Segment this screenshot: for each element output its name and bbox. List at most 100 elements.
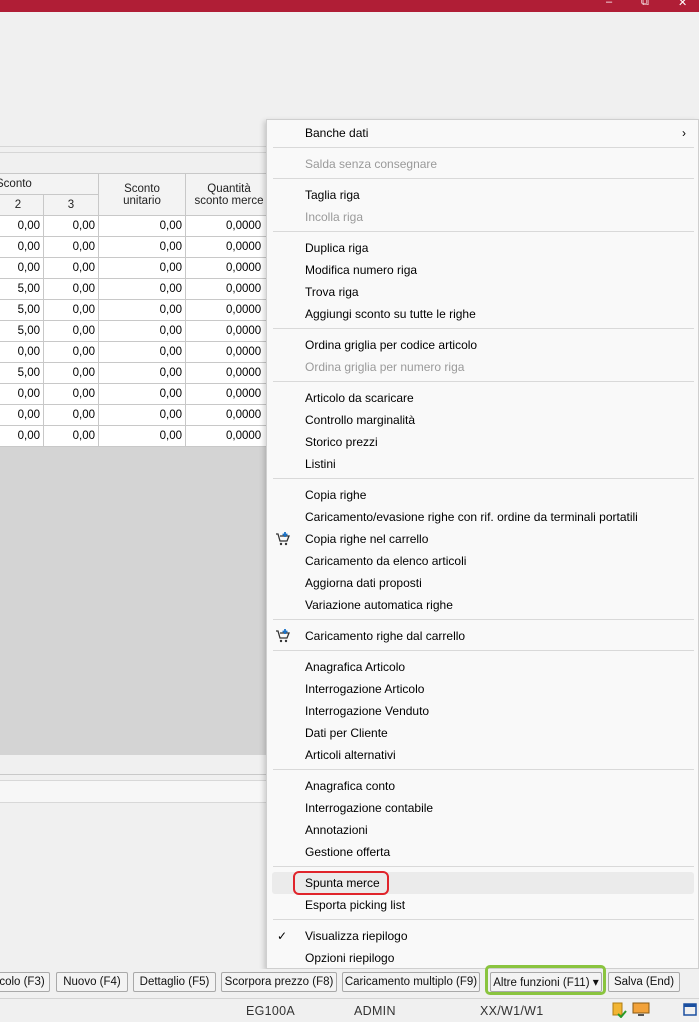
- table-cell[interactable]: 5,00: [0, 299, 44, 321]
- table-row[interactable]: 5,00 0,00 0,00 0,0000: [0, 320, 273, 342]
- table-cell[interactable]: 0,00: [43, 215, 99, 237]
- restore-icon[interactable]: ⧉: [641, 0, 649, 9]
- close-icon[interactable]: ✕: [678, 0, 687, 9]
- table-cell[interactable]: 0,00: [43, 362, 99, 384]
- table-row[interactable]: 0,00 0,00 0,00 0,0000: [0, 257, 273, 279]
- table-cell[interactable]: 0,00: [98, 320, 186, 342]
- menu-item-articoli-alternativi[interactable]: Articoli alternativi: [267, 744, 698, 766]
- table-row[interactable]: 0,00 0,00 0,00 0,0000: [0, 236, 273, 258]
- menu-item-storico-prezzi[interactable]: Storico prezzi: [267, 431, 698, 453]
- table-row[interactable]: 0,00 0,00 0,00 0,0000: [0, 383, 273, 405]
- column-header-2[interactable]: 2: [0, 194, 44, 216]
- table-cell[interactable]: 0,0000: [185, 383, 273, 405]
- caricamento-multiplo-button[interactable]: Caricamento multiplo (F9): [342, 972, 480, 992]
- table-cell[interactable]: 5,00: [0, 362, 44, 384]
- table-cell[interactable]: 0,0000: [185, 215, 273, 237]
- column-header-sconto[interactable]: Sconto: [0, 173, 99, 195]
- table-cell[interactable]: 0,00: [98, 215, 186, 237]
- table-cell[interactable]: 0,0000: [185, 236, 273, 258]
- minimize-icon[interactable]: –: [606, 0, 612, 8]
- table-cell[interactable]: 0,00: [0, 383, 44, 405]
- table-cell[interactable]: 0,00: [0, 341, 44, 363]
- menu-item-visualizza-riepilogo[interactable]: Visualizza riepilogo ✓: [267, 925, 698, 947]
- table-cell[interactable]: 0,0000: [185, 257, 273, 279]
- table-cell[interactable]: 0,00: [0, 215, 44, 237]
- menu-item-caricamento-da-elenco-articoli[interactable]: Caricamento da elenco articoli: [267, 550, 698, 572]
- table-cell[interactable]: 0,00: [98, 257, 186, 279]
- menu-item-articolo-da-scaricare[interactable]: Articolo da scaricare: [267, 387, 698, 409]
- table-cell[interactable]: 0,00: [98, 299, 186, 321]
- table-cell[interactable]: 0,0000: [185, 341, 273, 363]
- table-cell[interactable]: 0,00: [43, 404, 99, 426]
- table-cell[interactable]: 0,00: [43, 320, 99, 342]
- table-row[interactable]: 0,00 0,00 0,00 0,0000: [0, 425, 273, 447]
- column-header-quantita-sconto-merce[interactable]: Quantità sconto merce: [185, 173, 273, 216]
- salva-button[interactable]: Salva (End): [608, 972, 680, 992]
- menu-item-copia-righe[interactable]: Copia righe: [267, 484, 698, 506]
- menu-item-caricamento-righe-dal-carrello[interactable]: Caricamento righe dal carrello: [267, 625, 698, 647]
- table-row[interactable]: 5,00 0,00 0,00 0,0000: [0, 299, 273, 321]
- table-cell[interactable]: 0,00: [0, 404, 44, 426]
- table-row[interactable]: 0,00 0,00 0,00 0,0000: [0, 404, 273, 426]
- table-row[interactable]: 5,00 0,00 0,00 0,0000: [0, 362, 273, 384]
- menu-item-copia-righe-nel-carrello[interactable]: Copia righe nel carrello: [267, 528, 698, 550]
- menu-item-variazione-automatica-righe[interactable]: Variazione automatica righe: [267, 594, 698, 616]
- menu-item-trova-riga[interactable]: Trova riga: [267, 281, 698, 303]
- menu-item-controllo-marginalit[interactable]: Controllo marginalità: [267, 409, 698, 431]
- menu-item-interrogazione-venduto[interactable]: Interrogazione Venduto: [267, 700, 698, 722]
- menu-item-anagrafica-articolo[interactable]: Anagrafica Articolo: [267, 656, 698, 678]
- document-lines-grid[interactable]: Sconto Sconto unitario Quantità sconto m…: [0, 173, 273, 447]
- column-header-3[interactable]: 3: [43, 194, 99, 216]
- table-cell[interactable]: 0,00: [43, 425, 99, 447]
- table-cell[interactable]: 0,00: [43, 236, 99, 258]
- table-row[interactable]: 0,00 0,00 0,00 0,0000: [0, 341, 273, 363]
- window-icon[interactable]: [683, 1003, 697, 1016]
- menu-item-caricamento-evasione-righe-con-rif-ordine-da-terminali-portatili[interactable]: Caricamento/evasione righe con rif. ordi…: [267, 506, 698, 528]
- menu-item-opzioni-riepilogo[interactable]: Opzioni riepilogo: [267, 947, 698, 969]
- menu-item-dati-per-cliente[interactable]: Dati per Cliente: [267, 722, 698, 744]
- table-row[interactable]: 5,00 0,00 0,00 0,0000: [0, 278, 273, 300]
- menu-item-gestione-offerta[interactable]: Gestione offerta: [267, 841, 698, 863]
- table-cell[interactable]: 0,00: [0, 257, 44, 279]
- table-cell[interactable]: 0,0000: [185, 362, 273, 384]
- menu-item-annotazioni[interactable]: Annotazioni: [267, 819, 698, 841]
- menu-item-esporta-picking-list[interactable]: Esporta picking list: [267, 894, 698, 916]
- menu-item-ordina-griglia-per-codice-articolo[interactable]: Ordina griglia per codice articolo: [267, 334, 698, 356]
- table-cell[interactable]: 0,0000: [185, 425, 273, 447]
- menu-item-aggiorna-dati-proposti[interactable]: Aggiorna dati proposti: [267, 572, 698, 594]
- table-cell[interactable]: 0,0000: [185, 404, 273, 426]
- nuovo-button[interactable]: Nuovo (F4): [56, 972, 128, 992]
- table-cell[interactable]: 0,00: [98, 236, 186, 258]
- table-cell[interactable]: 0,00: [43, 257, 99, 279]
- articolo-button[interactable]: colo (F3): [0, 972, 50, 992]
- table-cell[interactable]: 0,0000: [185, 299, 273, 321]
- menu-item-interrogazione-articolo[interactable]: Interrogazione Articolo: [267, 678, 698, 700]
- table-row[interactable]: 0,00 0,00 0,00 0,0000: [0, 215, 273, 237]
- table-cell[interactable]: 0,00: [98, 383, 186, 405]
- monitor-icon[interactable]: [632, 1002, 650, 1018]
- menu-item-banche-dati[interactable]: Banche dati ›: [267, 122, 698, 144]
- menu-item-anagrafica-conto[interactable]: Anagrafica conto: [267, 775, 698, 797]
- scorpora-prezzo-button[interactable]: Scorpora prezzo (F8): [221, 972, 337, 992]
- table-cell[interactable]: 0,00: [98, 404, 186, 426]
- table-cell[interactable]: 0,00: [43, 278, 99, 300]
- menu-item-modifica-numero-riga[interactable]: Modifica numero riga: [267, 259, 698, 281]
- table-cell[interactable]: 0,00: [98, 425, 186, 447]
- menu-item-interrogazione-contabile[interactable]: Interrogazione contabile: [267, 797, 698, 819]
- table-cell[interactable]: 0,0000: [185, 278, 273, 300]
- table-cell[interactable]: 0,00: [43, 383, 99, 405]
- menu-item-duplica-riga[interactable]: Duplica riga: [267, 237, 698, 259]
- table-cell[interactable]: 5,00: [0, 278, 44, 300]
- table-cell[interactable]: 0,00: [0, 425, 44, 447]
- menu-item-aggiungi-sconto-su-tutte-le-righe[interactable]: Aggiungi sconto su tutte le righe: [267, 303, 698, 325]
- table-cell[interactable]: 0,00: [98, 362, 186, 384]
- menu-item-listini[interactable]: Listini: [267, 453, 698, 475]
- table-cell[interactable]: 0,0000: [185, 320, 273, 342]
- table-cell[interactable]: 5,00: [0, 320, 44, 342]
- document-check-icon[interactable]: [611, 1002, 627, 1018]
- table-cell[interactable]: 0,00: [0, 236, 44, 258]
- menu-item-taglia-riga[interactable]: Taglia riga: [267, 184, 698, 206]
- dettaglio-button[interactable]: Dettaglio (F5): [133, 972, 216, 992]
- table-cell[interactable]: 0,00: [43, 299, 99, 321]
- table-cell[interactable]: 0,00: [43, 341, 99, 363]
